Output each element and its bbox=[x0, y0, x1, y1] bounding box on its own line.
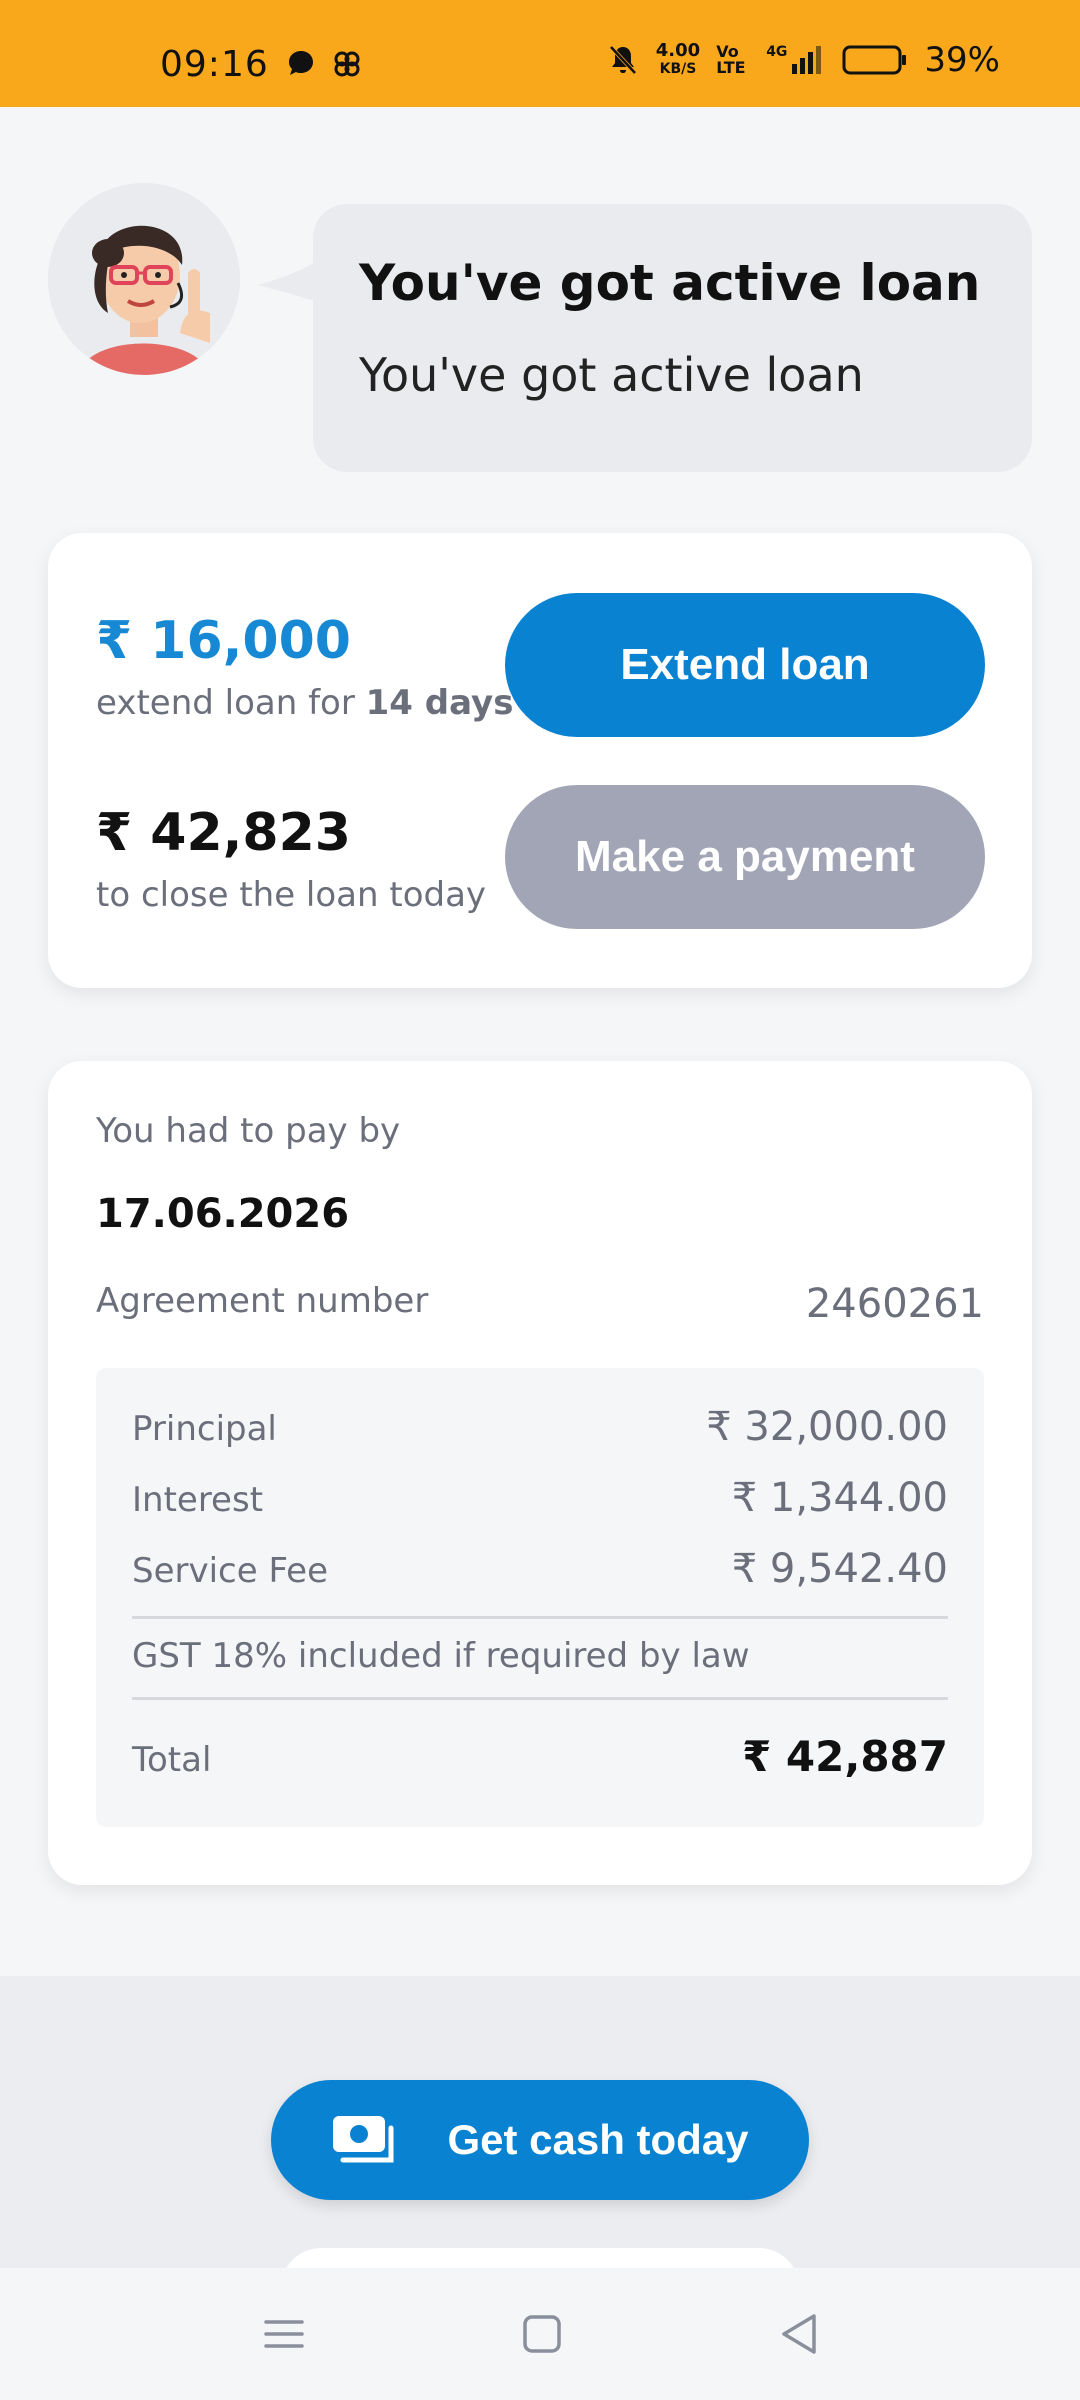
chat-text: You've got active loan bbox=[359, 348, 864, 402]
battery-icon bbox=[842, 45, 907, 75]
total-label: Total bbox=[132, 1740, 212, 1780]
net-speed-unit: KB/S bbox=[659, 61, 697, 77]
net-speed-value: 4.00 bbox=[655, 40, 701, 61]
agreement-label: Agreement number bbox=[96, 1281, 429, 1321]
cash-icon bbox=[333, 2116, 394, 2163]
assistant-illustration bbox=[48, 183, 240, 375]
loan-details-card: You had to pay by 17.06.2026 Agreement n… bbox=[48, 1061, 1032, 1885]
get-cash-button[interactable]: Get cash today bbox=[271, 2080, 809, 2200]
breakdown-value: ₹ 9,542.40 bbox=[731, 1546, 948, 1592]
total-row: Total ₹ 42,887 bbox=[132, 1732, 948, 1781]
network-label: 4G bbox=[766, 44, 788, 60]
breakdown-row: Interest ₹ 1,344.00 bbox=[132, 1475, 948, 1521]
payment-breakdown: Principal ₹ 32,000.00 Interest ₹ 1,344.0… bbox=[96, 1368, 984, 1827]
status-right: 4.00 KB/S Vo LTE 4G 39% bbox=[606, 40, 1000, 80]
divider bbox=[132, 1616, 948, 1619]
mute-bell-icon bbox=[609, 45, 637, 75]
back-nav-icon[interactable] bbox=[770, 2304, 830, 2364]
gst-note: GST 18% included if required by law bbox=[132, 1636, 750, 1676]
breakdown-label: Service Fee bbox=[132, 1551, 328, 1591]
whatsapp-icon bbox=[289, 51, 313, 75]
signal-icon bbox=[792, 46, 822, 74]
loan-actions-card: ₹ 16,000 extend loan for 14 days Extend … bbox=[48, 533, 1032, 988]
status-time: 09:16 bbox=[160, 44, 269, 85]
volte-label: Vo LTE bbox=[716, 42, 746, 77]
close-amount: ₹ 42,823 bbox=[96, 803, 351, 863]
extend-loan-button[interactable]: Extend loan bbox=[505, 593, 985, 737]
make-payment-button[interactable]: Make a payment bbox=[505, 785, 985, 929]
extend-description: extend loan for 14 days bbox=[96, 683, 513, 723]
status-bar: 09:16 4.00 KB/S Vo LTE 4G 39% bbox=[0, 0, 1080, 107]
system-nav-bar bbox=[0, 2268, 1080, 2400]
total-value: ₹ 42,887 bbox=[742, 1732, 948, 1781]
extend-days: 14 days bbox=[365, 683, 514, 723]
agreement-number: 2460261 bbox=[805, 1281, 984, 1327]
extend-amount: ₹ 16,000 bbox=[96, 611, 351, 671]
menu-nav-icon[interactable] bbox=[254, 2304, 314, 2364]
close-description: to close the loan today bbox=[96, 875, 487, 915]
status-notification-icons bbox=[285, 48, 363, 80]
breakdown-label: Principal bbox=[132, 1409, 277, 1449]
get-cash-label: Get cash today bbox=[447, 2116, 749, 2163]
chat-title: You've got active loan bbox=[359, 254, 981, 312]
home-nav-icon[interactable] bbox=[512, 2304, 572, 2364]
battery-percent: 39% bbox=[924, 40, 1000, 80]
pay-by-label: You had to pay by bbox=[96, 1111, 401, 1151]
breakdown-value: ₹ 32,000.00 bbox=[706, 1404, 948, 1450]
net-speed: 4.00 KB/S bbox=[656, 42, 700, 78]
signal-indicator: 4G bbox=[766, 44, 826, 76]
breakdown-row: Principal ₹ 32,000.00 bbox=[132, 1404, 948, 1450]
assistant-avatar bbox=[48, 183, 240, 375]
pinwheel-icon bbox=[334, 51, 360, 77]
chat-bubble: You've got active loan You've got active… bbox=[313, 204, 1032, 472]
divider bbox=[132, 1697, 948, 1700]
extend-prefix: extend loan for bbox=[96, 683, 366, 723]
pay-by-date: 17.06.2026 bbox=[96, 1191, 350, 1237]
breakdown-row: Service Fee ₹ 9,542.40 bbox=[132, 1546, 948, 1592]
breakdown-label: Interest bbox=[132, 1480, 264, 1520]
breakdown-value: ₹ 1,344.00 bbox=[731, 1475, 948, 1521]
